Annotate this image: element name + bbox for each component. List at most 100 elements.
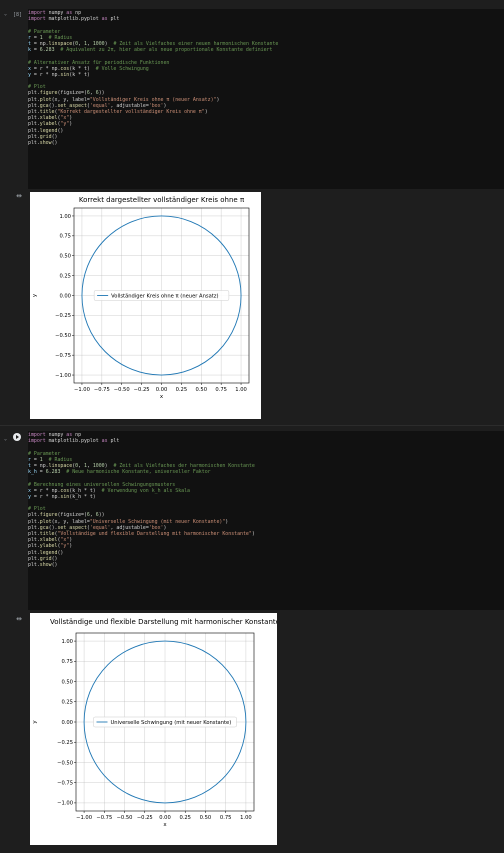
code-token: (k * t) [69, 65, 96, 72]
code-token: "Korrekt dargestellter vollständiger Kre… [57, 109, 205, 115]
x-axis-label: x [160, 394, 164, 400]
code-token: ) [251, 531, 255, 537]
code-token: matplotlib.pyplot [45, 438, 102, 445]
code-token: sin [60, 71, 70, 78]
y-tick-label: −0.50 [57, 760, 73, 766]
code-token: ) [204, 109, 208, 115]
code-token: plt. [28, 537, 40, 544]
code-token: (figsize=( [57, 512, 87, 519]
chart-title: Vollständige und flexible Darstellung mi… [50, 618, 277, 626]
legend-label: Vollständiger Kreis ohne π (neuer Ansatz… [111, 293, 218, 299]
code-token: = np. [30, 40, 49, 47]
code-token: = [30, 456, 40, 463]
x-tick-label: 0.75 [215, 387, 227, 393]
code-token: plt. [28, 96, 40, 103]
code-token: set_aspect [57, 524, 87, 531]
code-token: "Vollständiger Kreis ohne π (neuer Ansat… [89, 96, 217, 103]
code-token: () [51, 561, 58, 568]
code-token: plt. [28, 549, 40, 556]
code-token: "Vollständige und flexible Darstellung m… [57, 531, 252, 537]
code-token: # Parameter [28, 28, 61, 35]
y-tick-label: −0.75 [55, 353, 71, 359]
code-token: show [39, 561, 52, 568]
output-toggle-icon-2[interactable]: ⇹ [15, 616, 23, 623]
chart-title: Korrekt dargestellter vollständiger Krei… [79, 196, 245, 204]
code-token: linspace [48, 462, 73, 469]
cell-separator [0, 425, 504, 426]
x-tick-label: 1.00 [240, 815, 252, 821]
y-tick-label: 0.25 [59, 273, 71, 279]
output-toggle-icon[interactable]: ⇹ [15, 193, 23, 200]
code-token: # Zeit als Vielfaches der harmonischen K… [113, 462, 255, 469]
y-tick-label: −0.75 [57, 780, 73, 786]
code-token: gca [39, 524, 49, 531]
y-tick-label: 0.50 [59, 254, 71, 260]
code-token: )) [98, 512, 105, 519]
code-token: ) [69, 121, 73, 128]
x-tick-label: 1.00 [235, 387, 247, 393]
code-token: = r * np. [30, 71, 61, 78]
code-token: plot [39, 96, 52, 103]
run-cell-button[interactable] [13, 433, 21, 441]
legend-label: Universelle Schwingung (mit neuer Konsta… [111, 720, 232, 726]
y-tick-label: 0.50 [61, 679, 73, 685]
code-token: ) [69, 115, 73, 122]
code-token: plt [107, 438, 120, 445]
code-token: "x" [60, 115, 70, 122]
y-tick-label: 0.00 [59, 293, 71, 299]
code-token: () [57, 549, 64, 556]
chart-1: −1.00 −0.75 −0.50 −0.25 0.00 0.25 0.50 0.75 1.00… [32, 196, 250, 400]
code-token: numpy [45, 10, 67, 16]
x-tick-label: 0.25 [176, 387, 188, 393]
y-axis-label: y [32, 293, 38, 297]
x-tick-label: 0.25 [179, 815, 191, 821]
code-token: = r * np. [30, 487, 61, 494]
code-token: plt. [28, 524, 40, 531]
x-tick-label: −1.00 [74, 387, 90, 393]
code-token: # Radius [42, 456, 73, 463]
code-token: xlabel [39, 537, 58, 544]
code-token: plt. [28, 518, 40, 525]
code-token: plt. [28, 133, 40, 140]
y-tick-label: −1.00 [57, 801, 73, 807]
x-tick-label: 0.00 [159, 815, 171, 821]
code-token: np [72, 10, 82, 16]
x-tick-label: −0.25 [134, 387, 150, 393]
code-token: 'equal' [89, 102, 111, 109]
code-token: 6.283 [39, 47, 55, 54]
code-token: figure [39, 90, 58, 97]
code-token: k_h [28, 469, 37, 476]
code-token: = [30, 34, 40, 41]
legend: Universelle Schwingung (mit neuer Konsta… [93, 716, 237, 728]
code-token: (k * t) [69, 71, 90, 78]
code-token: "y" [60, 121, 70, 128]
code-token: plt. [28, 531, 40, 537]
cell-1-code-editor[interactable]: import numpy as np import matplotlib.pypl… [28, 9, 504, 189]
code-token: ylabel [39, 543, 58, 550]
cell-2-code-editor[interactable]: import numpy as np import matplotlib.pypl… [28, 431, 504, 610]
code-token: (k_h * t) [69, 493, 96, 500]
code-token: cos [60, 65, 70, 72]
y-tick-label: 0.25 [61, 700, 73, 706]
code-token: numpy [45, 432, 67, 438]
code-token: plt. [28, 90, 40, 97]
x-tick-label: −0.75 [96, 815, 112, 821]
code-token: # Verwendung von k_h als Skala [101, 487, 190, 494]
code-token: # Volle Schwingung [95, 65, 149, 72]
code-token: = r * np. [30, 493, 61, 500]
y-tick-label: −0.50 [55, 333, 71, 339]
code-token: legend [39, 549, 58, 556]
cell-2-collapse-icon[interactable]: ⌄ [4, 436, 7, 442]
cell-1-collapse-icon[interactable]: ⌄ [4, 11, 7, 17]
code-token: # Berechnung eines universellen Schwingu… [28, 481, 176, 488]
x-tick-label: 0.50 [195, 387, 207, 393]
code-token: # Zeit als Vielfaches einer neuen harmon… [113, 40, 279, 47]
x-tick-label: −0.75 [94, 387, 110, 393]
code-token: plt. [28, 555, 40, 562]
code-token: , adjustable= [110, 524, 149, 531]
code-token: # Neue harmonische Konstante, universell… [60, 469, 211, 476]
code-token: plt. [28, 115, 40, 122]
y-tick-label: −0.25 [55, 313, 71, 319]
code-token: 1000 [92, 40, 105, 47]
code-token: # Radius [42, 34, 73, 41]
